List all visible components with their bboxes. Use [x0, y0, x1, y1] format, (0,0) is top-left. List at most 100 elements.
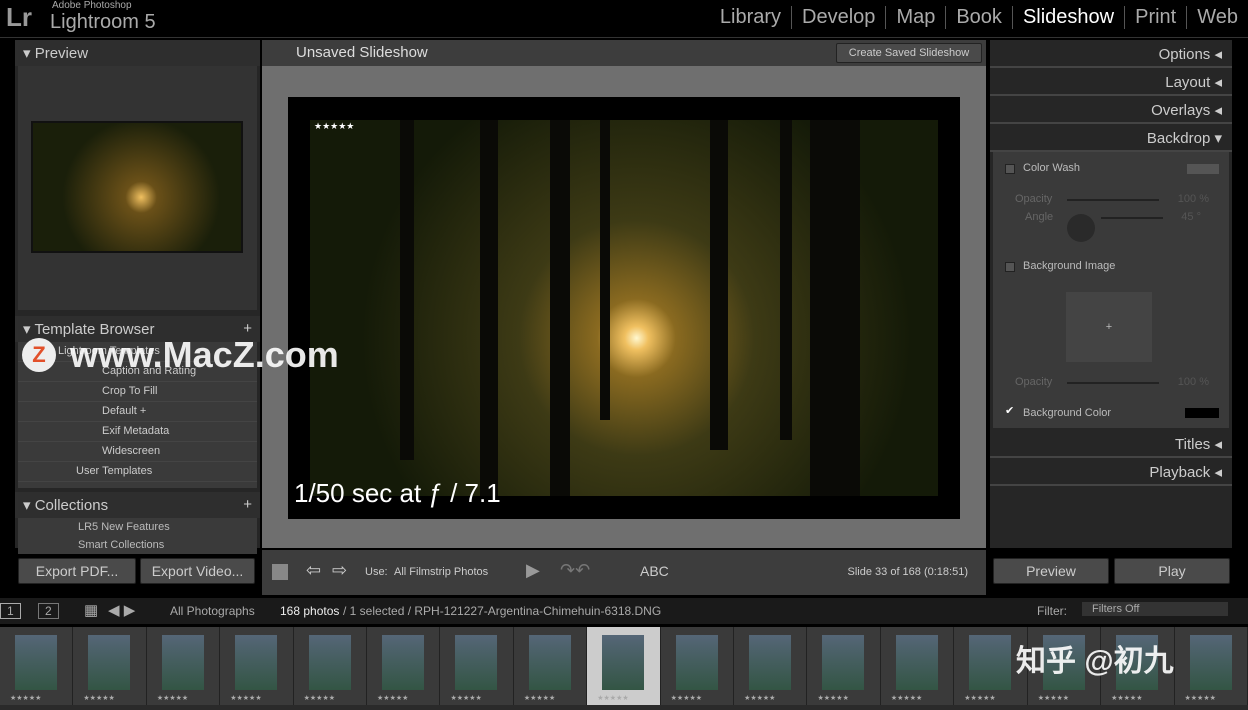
rotate-icons[interactable]: ↷↶ [560, 560, 590, 581]
filmstrip-thumbnail[interactable]: ★★★★★ [0, 627, 74, 705]
section-playback[interactable]: Playback ◂ [990, 458, 1232, 486]
filmstrip-thumbnail[interactable]: ★★★★★ [146, 627, 221, 705]
thumbnail-image [235, 635, 278, 690]
selection-info[interactable]: / 1 selected / RPH-121227-Argentina-Chim… [343, 604, 661, 618]
thumbnail-image [455, 635, 498, 690]
filmstrip-header: 1 2 ▦ ◀ ▶ All Photographs 168 photos / 1… [0, 598, 1248, 624]
filmstrip-thumbnail[interactable]: ★★★★★ [513, 627, 588, 705]
section-titles[interactable]: Titles ◂ [990, 430, 1232, 458]
filmstrip-thumbnail[interactable]: ★★★★★ [220, 627, 294, 705]
thumbnail-image [15, 635, 57, 690]
folder-user-templates[interactable]: User Templates [18, 462, 257, 482]
background-image-checkbox[interactable] [1005, 262, 1015, 272]
view-1-button[interactable]: 1 [0, 603, 21, 619]
slide-rating: ★★★★★ [314, 121, 355, 131]
preview-pane [18, 66, 257, 310]
next-slide-button[interactable]: ⇨ [332, 560, 347, 581]
opacity-value: 100 % [1177, 193, 1209, 205]
template-item[interactable]: Exif Metadata [18, 422, 257, 442]
stop-button[interactable] [272, 564, 288, 580]
thumbnail-image [969, 635, 1012, 690]
thumbnail-rating: ★★★★★ [377, 695, 409, 702]
view-2-button[interactable]: 2 [38, 603, 59, 619]
filmstrip-thumbnail[interactable]: ★★★★★ [734, 627, 808, 705]
filmstrip-thumbnail[interactable]: ★★★★★ [73, 627, 147, 705]
collection-list: LR5 New Features Smart Collections [18, 518, 257, 554]
section-layout[interactable]: Layout ◂ [990, 68, 1232, 96]
thumbnail-image [161, 635, 204, 690]
module-slideshow[interactable]: Slideshow [1011, 6, 1124, 29]
section-overlays[interactable]: Overlays ◂ [990, 96, 1232, 124]
module-library[interactable]: Library [710, 6, 791, 29]
opacity-slider[interactable] [1067, 199, 1159, 201]
filmstrip-thumbnail[interactable]: ★★★★★ [807, 627, 881, 705]
template-item[interactable]: Default + [18, 402, 257, 422]
export-pdf-button[interactable]: Export PDF... [18, 558, 136, 584]
background-color-checkbox[interactable]: ✔ [1005, 404, 1014, 417]
background-image-well[interactable]: + [1066, 292, 1152, 362]
filter-select[interactable]: Filters Off [1082, 602, 1228, 616]
macz-watermark: www.MacZ.com [70, 334, 339, 375]
filter-label: Filter: [1037, 604, 1067, 618]
module-map[interactable]: Map [885, 6, 945, 29]
module-web[interactable]: Web [1186, 6, 1248, 29]
add-text-button[interactable]: ABC [640, 563, 669, 579]
export-video-button[interactable]: Export Video... [140, 558, 255, 584]
thumbnail-rating: ★★★★★ [450, 695, 482, 702]
color-wash-checkbox[interactable] [1005, 164, 1015, 174]
opacity-label: Opacity [1015, 193, 1053, 205]
module-book[interactable]: Book [945, 6, 1012, 29]
add-collection-icon[interactable]: + [243, 496, 252, 513]
module-print[interactable]: Print [1124, 6, 1186, 29]
top-bar: Lr Adobe Photoshop Lightroom 5 Library D… [0, 0, 1248, 38]
zhihu-watermark: 知乎 @初九 [1016, 645, 1174, 678]
collection-item[interactable]: Smart Collections [78, 536, 257, 554]
lightroom-logo: Lr [6, 2, 32, 32]
thumbnail-rating: ★★★★★ [10, 695, 42, 702]
filmstrip-thumbnail[interactable]: ★★★★★ [440, 627, 514, 705]
filmstrip-thumbnail[interactable]: ★★★★★ [1174, 627, 1248, 705]
thumbnail-image [1189, 635, 1232, 690]
module-develop[interactable]: Develop [791, 6, 885, 29]
background-color-label: Background Color [1023, 407, 1112, 419]
section-backdrop[interactable]: Backdrop ▾ [990, 124, 1232, 152]
background-color-swatch[interactable] [1185, 408, 1219, 418]
filmstrip-thumbnail[interactable]: ★★★★★ [660, 627, 735, 705]
section-options[interactable]: Options ◂ [990, 40, 1232, 68]
use-select[interactable]: All Filmstrip Photos [394, 566, 488, 578]
bg-opacity-slider[interactable] [1067, 382, 1159, 384]
thumbnail-image [88, 635, 131, 690]
preview-header[interactable]: ▾ Preview [15, 40, 260, 66]
angle-slider[interactable] [1101, 217, 1163, 219]
preview-thumbnail [31, 121, 243, 253]
color-wash-swatch[interactable] [1187, 164, 1219, 174]
previous-slide-button[interactable]: ⇦ [306, 560, 321, 581]
thumbnail-image [822, 635, 865, 690]
thumbnail-image [675, 635, 718, 690]
collection-item[interactable]: LR5 New Features [78, 518, 257, 536]
play-button[interactable]: Play [1114, 558, 1230, 584]
angle-label: Angle [1025, 211, 1054, 223]
bg-opacity-label: Opacity [1015, 376, 1053, 388]
thumbnail-rating: ★★★★★ [523, 695, 556, 702]
filmstrip-thumbnail[interactable]: ★★★★★ [880, 627, 955, 705]
filmstrip-thumbnail[interactable]: ★★★★★ [367, 627, 441, 705]
thumbnail-rating: ★★★★★ [1184, 695, 1216, 702]
thumbnail-rating: ★★★★★ [964, 695, 996, 702]
angle-dial[interactable] [1067, 214, 1095, 242]
filmstrip-thumbnail[interactable]: ★★★★★ [587, 627, 661, 705]
collections-header[interactable]: ▾ Collections + [15, 492, 260, 518]
grid-icon[interactable]: ▦ [84, 601, 98, 619]
thumbnail-image [382, 635, 425, 690]
create-saved-slideshow-button[interactable]: Create Saved Slideshow [836, 43, 982, 63]
template-item[interactable]: Widescreen [18, 442, 257, 462]
thumbnail-rating: ★★★★★ [597, 695, 629, 702]
source-label[interactable]: All Photographs [170, 604, 255, 618]
thumbnail-image [528, 635, 571, 690]
preview-button[interactable]: Preview [993, 558, 1109, 584]
background-image-label: Background Image [1023, 260, 1116, 272]
play-icon[interactable]: ▶ [526, 560, 540, 581]
nav-arrows-icon[interactable]: ◀ ▶ [108, 601, 135, 619]
filmstrip-thumbnail[interactable]: ★★★★★ [293, 627, 368, 705]
template-item[interactable]: Crop To Fill [18, 382, 257, 402]
